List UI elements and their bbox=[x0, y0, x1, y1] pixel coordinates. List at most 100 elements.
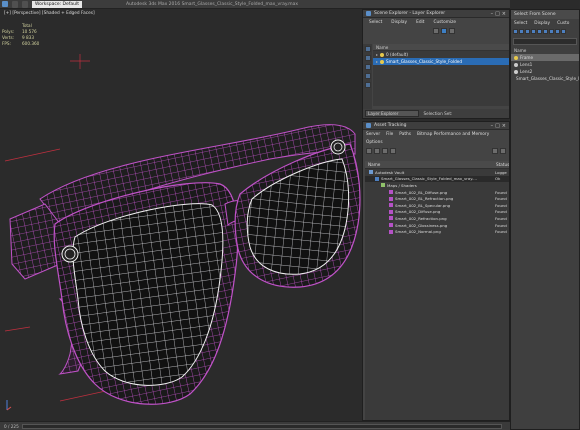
menu-bitmap-performance[interactable]: Bitmap Performance and Memory bbox=[417, 132, 489, 137]
time-slider-track[interactable] bbox=[21, 423, 502, 429]
filter-helpers-button[interactable] bbox=[537, 29, 542, 34]
scene-explorer-footer: Layer Explorer Selection Set: bbox=[363, 109, 509, 118]
select-from-scene-search[interactable] bbox=[513, 38, 577, 45]
title-tool-button-1[interactable] bbox=[12, 0, 18, 8]
scene-object-row[interactable]: Frame bbox=[511, 54, 579, 61]
asset-status-cell: Found bbox=[495, 215, 507, 221]
asset-row[interactable]: Smart_002_Refraction.png Found bbox=[365, 215, 509, 222]
asset-row[interactable]: Autodesk Vault Logge bbox=[365, 169, 509, 176]
layer-icon[interactable] bbox=[380, 59, 385, 64]
filter-lights-button[interactable] bbox=[525, 29, 530, 34]
maximize-icon[interactable]: □ bbox=[495, 123, 500, 129]
menu-server[interactable]: Server bbox=[366, 132, 380, 137]
tree-row[interactable]: ▸ 0 (default) bbox=[373, 51, 509, 58]
asset-tracking-icon bbox=[366, 123, 371, 128]
workspace-selector[interactable]: Workspace: Default bbox=[32, 0, 82, 8]
highlight-button[interactable] bbox=[449, 27, 455, 34]
filter-spacewarps-button[interactable] bbox=[543, 29, 548, 34]
side-tool-2[interactable] bbox=[364, 55, 371, 61]
tree-row[interactable]: ▸ Smart_Glasses_Classic_Style_Folded bbox=[373, 58, 509, 65]
asset-row[interactable]: Smart_002_Diffuse.png Found bbox=[365, 209, 509, 216]
asset-row[interactable]: Smart_002_BL_Specular.png Found bbox=[365, 202, 509, 209]
expand-arrow-icon[interactable]: ▸ bbox=[376, 59, 378, 64]
select-from-scene-menu: Select Display Custo bbox=[511, 19, 579, 27]
layer-icon bbox=[514, 55, 518, 60]
scene-object-label: Frame bbox=[520, 55, 534, 60]
asset-row[interactable]: Smart_002_Normal.png Found bbox=[365, 228, 509, 235]
menu-paths[interactable]: Paths bbox=[399, 132, 411, 137]
tree-row-label: 0 (default) bbox=[386, 52, 409, 57]
filter-groups-button[interactable] bbox=[549, 29, 554, 34]
selection-set-label: Selection Set: bbox=[423, 111, 453, 116]
table-view-button[interactable] bbox=[390, 147, 396, 154]
select-from-scene-title[interactable]: Select From Scene bbox=[511, 10, 579, 19]
filter-bones-button[interactable] bbox=[561, 29, 566, 34]
title-tool-button-2[interactable] bbox=[22, 0, 28, 8]
menu-select[interactable]: Select bbox=[369, 20, 382, 25]
file-icon bbox=[389, 196, 393, 201]
viewport-statistics: Total Polys: 10 576 Verts: 9 833 FPS: 600.3… bbox=[2, 23, 39, 47]
asset-name-cell: Autodesk Vault bbox=[365, 170, 493, 175]
filter-geometry-button[interactable] bbox=[513, 29, 518, 34]
asset-status-cell: Found bbox=[495, 229, 507, 235]
side-tool-4[interactable] bbox=[364, 73, 371, 79]
name-column-header[interactable]: Name bbox=[365, 161, 493, 168]
menu-file[interactable]: File bbox=[386, 132, 393, 137]
help-button[interactable] bbox=[492, 147, 498, 154]
scene-explorer-toolbar bbox=[363, 26, 509, 35]
scene-object-row[interactable]: Smart_Glasses_Classic_Style_Folded bbox=[511, 75, 579, 82]
close-icon[interactable]: × bbox=[502, 11, 506, 17]
menu-select[interactable]: Select bbox=[514, 21, 527, 26]
asset-status-cell: Found bbox=[495, 209, 507, 215]
asset-row[interactable]: Smart_002_Glossiness.png Found bbox=[365, 222, 509, 229]
menu-edit[interactable]: Edit bbox=[416, 20, 424, 25]
time-slider-bar[interactable]: 0 / 225 bbox=[0, 421, 510, 430]
tree-view-button[interactable] bbox=[382, 147, 388, 154]
scene-object-row[interactable]: Lens2 bbox=[511, 68, 579, 75]
asset-row[interactable]: Smart_002_BL_Diffuse.png Found bbox=[365, 189, 509, 196]
menu-customize[interactable]: Customize bbox=[433, 20, 456, 25]
side-tool-3[interactable] bbox=[364, 64, 371, 70]
asset-tracking-menu: Server File Paths Bitmap Performance and… bbox=[363, 130, 509, 138]
scene-explorer-titlebar[interactable]: Scene Explorer - Layer Explorer – □ × bbox=[363, 10, 509, 18]
filter-xrefs-button[interactable] bbox=[555, 29, 560, 34]
asset-name-cell: Smart_002_Diffuse.png bbox=[365, 209, 493, 214]
vault-icon bbox=[369, 170, 373, 175]
layer-icon[interactable] bbox=[380, 52, 385, 57]
menu-display[interactable]: Display bbox=[534, 21, 550, 26]
side-tool-5[interactable] bbox=[364, 82, 371, 88]
layer-button[interactable] bbox=[441, 27, 447, 34]
minimize-icon[interactable]: – bbox=[491, 11, 494, 17]
scene-object-row[interactable]: Lens1 bbox=[511, 61, 579, 68]
asset-table: Name Status Autodesk Vault Logge Smart_Gla… bbox=[365, 161, 509, 420]
settings-button[interactable] bbox=[500, 147, 506, 154]
close-icon[interactable]: × bbox=[502, 123, 506, 129]
asset-row[interactable]: Smart_Glasses_Classic_Style_Folded_max_v… bbox=[365, 175, 509, 183]
side-tool-1[interactable] bbox=[364, 46, 371, 52]
asset-name-cell: Smart_Glasses_Classic_Style_Folded_max_v… bbox=[365, 176, 493, 181]
viewport-label[interactable]: [+] [Perspective] [Shaded + Edged Faces] bbox=[4, 11, 95, 16]
menu-options[interactable]: Options bbox=[366, 140, 383, 145]
asset-row[interactable]: Maps / Shaders bbox=[365, 182, 509, 189]
maximize-icon[interactable]: □ bbox=[495, 11, 500, 17]
expand-arrow-icon[interactable]: ▸ bbox=[376, 52, 378, 57]
filter-button[interactable] bbox=[433, 27, 439, 34]
explorer-type-dropdown[interactable]: Layer Explorer bbox=[365, 110, 420, 117]
file-icon bbox=[389, 229, 393, 234]
asset-row[interactable]: Smart_002_BL_Refraction.png Found bbox=[365, 195, 509, 202]
app-icon[interactable] bbox=[2, 1, 8, 7]
name-column-header[interactable]: Name bbox=[373, 44, 509, 51]
filter-cameras-button[interactable] bbox=[531, 29, 536, 34]
asset-tracking-menu-row2: Options bbox=[363, 138, 509, 146]
menu-customize[interactable]: Custo bbox=[557, 21, 569, 26]
layer-tree: Name ▸ 0 (default) ▸ Smart_Glasses_Class… bbox=[373, 44, 509, 106]
name-column-header[interactable]: Name bbox=[511, 47, 579, 54]
menu-display[interactable]: Display bbox=[391, 20, 407, 25]
refresh-button[interactable] bbox=[366, 147, 372, 154]
list-view-button[interactable] bbox=[374, 147, 380, 154]
asset-name-label: Smart_002_BL_Diffuse.png bbox=[395, 189, 448, 195]
status-column-header[interactable]: Status bbox=[493, 161, 509, 168]
minimize-icon[interactable]: – bbox=[491, 123, 494, 129]
filter-shapes-button[interactable] bbox=[519, 29, 524, 34]
asset-tracking-titlebar[interactable]: Asset Tracking – □ × bbox=[363, 122, 509, 130]
